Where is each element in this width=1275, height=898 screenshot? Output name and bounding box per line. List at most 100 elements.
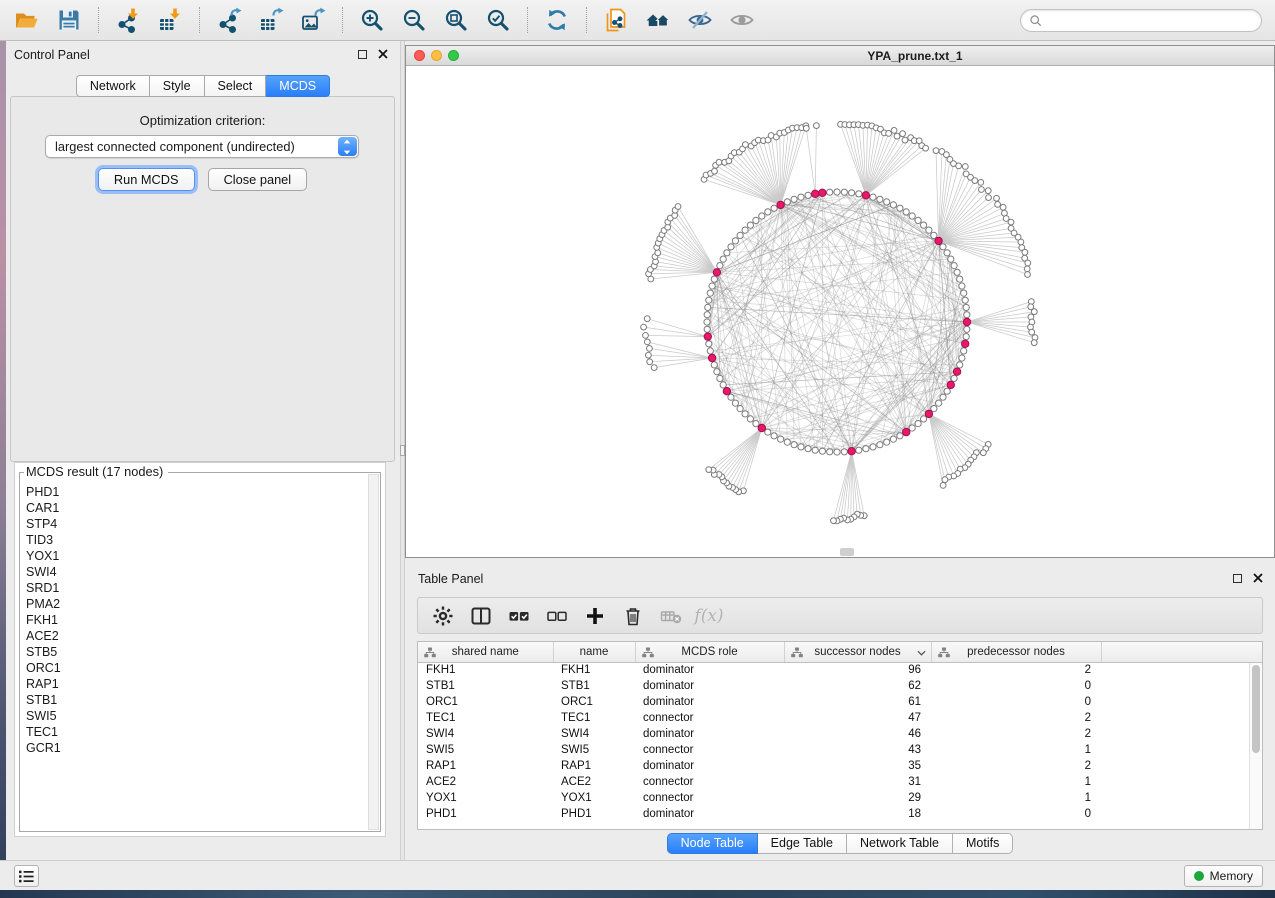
show-all-button[interactable] [726, 4, 758, 36]
zoom-fit-icon [443, 7, 469, 33]
mcds-result-item[interactable]: YOX1 [26, 548, 361, 564]
search-box[interactable] [1020, 9, 1262, 32]
mcds-result-item[interactable]: STB5 [26, 644, 361, 660]
table-cell: dominator [635, 694, 784, 710]
table-row[interactable]: TEC1TEC1connector472 [418, 710, 1262, 726]
function-builder-button[interactable]: f(x) [696, 603, 722, 629]
mcds-result-item[interactable]: STB1 [26, 692, 361, 708]
zoom-out-button[interactable] [398, 4, 430, 36]
show-all-icon [729, 7, 755, 33]
zoom-in-button[interactable] [356, 4, 388, 36]
memory-status-icon [1194, 871, 1204, 881]
table-cell: RAP1 [553, 758, 635, 774]
table-settings-button[interactable] [430, 603, 456, 629]
mcds-result-item[interactable]: STP4 [26, 516, 361, 532]
mcds-result-scrollbar[interactable] [368, 474, 379, 830]
mcds-result-item[interactable]: SWI5 [26, 708, 361, 724]
open-session-button[interactable] [11, 4, 43, 36]
run-mcds-button[interactable]: Run MCDS [98, 168, 195, 191]
mcds-result-item[interactable]: SRD1 [26, 580, 361, 596]
memory-button[interactable]: Memory [1184, 865, 1263, 887]
show-columns-button[interactable] [468, 603, 494, 629]
column-header-predecessor-nodes[interactable]: predecessor nodes [931, 642, 1101, 662]
network-view[interactable] [406, 66, 1274, 557]
column-header-shared-name[interactable]: shared name [418, 642, 553, 662]
table-cell: 61 [784, 694, 931, 710]
delete-table-button[interactable] [658, 603, 684, 629]
table-row[interactable]: PHD1PHD1dominator180 [418, 806, 1262, 822]
mcds-result-item[interactable]: RAP1 [26, 676, 361, 692]
first-neighbors-button[interactable] [642, 4, 674, 36]
table-row[interactable]: ORC1ORC1dominator610 [418, 694, 1262, 710]
network-window-title: YPA_prune.txt_1 [406, 49, 1274, 63]
tab-mcds[interactable]: MCDS [266, 75, 330, 97]
mcds-result-item[interactable]: TEC1 [26, 724, 361, 740]
column-header-successor-nodes[interactable]: successor nodes [784, 642, 931, 662]
table-row[interactable]: FKH1FKH1dominator962 [418, 662, 1262, 678]
criterion-selected-value: largest connected component (undirected) [46, 139, 338, 154]
table-row[interactable]: YOX1YOX1connector291 [418, 790, 1262, 806]
table-row[interactable]: RAP1RAP1dominator352 [418, 758, 1262, 774]
table-cell: ORC1 [418, 694, 553, 710]
tab-style[interactable]: Style [150, 75, 205, 97]
float-table-panel-icon[interactable] [1233, 574, 1242, 583]
mcds-result-item[interactable]: ORC1 [26, 660, 361, 676]
zoom-fit-button[interactable] [440, 4, 472, 36]
mcds-result-item[interactable]: FKH1 [26, 612, 361, 628]
import-table-button[interactable] [154, 4, 186, 36]
export-table-button[interactable] [255, 4, 287, 36]
zoom-selected-icon [485, 7, 511, 33]
hide-selected-button[interactable] [684, 4, 716, 36]
tab-node-table[interactable]: Node Table [667, 833, 758, 854]
mcds-result-item[interactable]: PMA2 [26, 596, 361, 612]
mcds-result-item[interactable]: TID3 [26, 532, 361, 548]
mcds-pane: Optimization criterion: largest connecte… [10, 96, 395, 462]
close-table-panel-icon[interactable] [1253, 573, 1263, 583]
save-session-button[interactable] [53, 4, 85, 36]
close-panel-button[interactable]: Close panel [208, 168, 308, 191]
export-network-button[interactable] [213, 4, 245, 36]
delete-column-button[interactable] [620, 603, 646, 629]
close-panel-icon[interactable] [378, 49, 388, 59]
tab-edge-table[interactable]: Edge Table [758, 833, 847, 854]
column-label: name [580, 646, 609, 658]
import-network-button[interactable] [112, 4, 144, 36]
zoom-selected-button[interactable] [482, 4, 514, 36]
table-cell: SWI4 [418, 726, 553, 742]
criterion-dropdown[interactable]: largest connected component (undirected) [45, 135, 359, 158]
add-column-button[interactable] [582, 603, 608, 629]
tab-network[interactable]: Network [76, 75, 150, 97]
column-header-mcds-role[interactable]: MCDS role [635, 642, 784, 662]
network-window-titlebar[interactable]: YPA_prune.txt_1 [406, 46, 1274, 66]
task-history-button[interactable] [14, 865, 39, 887]
mcds-result-item[interactable]: GCR1 [26, 740, 361, 756]
table-row[interactable]: STB1STB1dominator620 [418, 678, 1262, 694]
export-image-button[interactable] [297, 4, 329, 36]
table-cell: 2 [931, 726, 1101, 742]
deselect-all-button[interactable] [544, 603, 570, 629]
apply-layout-button[interactable] [541, 4, 573, 36]
table-row[interactable]: ACE2ACE2connector311 [418, 774, 1262, 790]
tab-network-table[interactable]: Network Table [847, 833, 953, 854]
toolbar-buttons [0, 4, 763, 36]
mcds-result-item[interactable]: PHD1 [26, 484, 361, 500]
tab-motifs[interactable]: Motifs [953, 833, 1013, 854]
table-panel-header: Table Panel [405, 565, 1275, 592]
column-header-name[interactable]: name [553, 642, 635, 662]
table-row[interactable]: SWI4SWI4dominator462 [418, 726, 1262, 742]
table-scrollbar-thumb[interactable] [1252, 665, 1260, 753]
mcds-result-item[interactable]: SWI4 [26, 564, 361, 580]
float-panel-icon[interactable] [358, 50, 367, 59]
tab-select[interactable]: Select [205, 75, 267, 97]
table-cell: 2 [931, 662, 1101, 678]
network-scroll-handle[interactable] [840, 548, 854, 556]
mcds-result-item[interactable]: ACE2 [26, 628, 361, 644]
table-cell: 2 [931, 758, 1101, 774]
mcds-result-group: MCDS result (17 nodes) PHD1CAR1STP4TID3Y… [14, 462, 386, 837]
select-all-button[interactable] [506, 603, 532, 629]
mcds-result-item[interactable]: CAR1 [26, 500, 361, 516]
table-row[interactable]: SWI5SWI5connector431 [418, 742, 1262, 758]
table-scrollbar[interactable] [1249, 663, 1262, 829]
network-from-selection-button[interactable] [600, 4, 632, 36]
search-input[interactable] [1047, 10, 1261, 31]
